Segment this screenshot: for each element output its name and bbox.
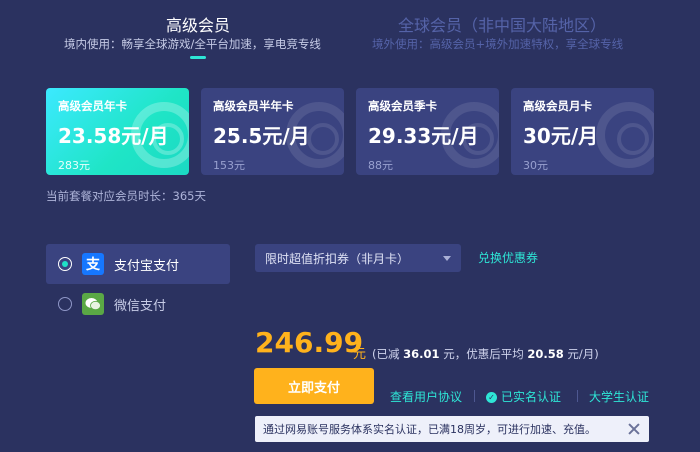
plan-card-monthly[interactable]: 高级会员月卡 30元/月 30元 <box>511 88 654 175</box>
verification-notice: 通过网易账号服务体系实名认证，已满18周岁，可进行加速、充值。 <box>255 416 649 442</box>
card-watermark-icon <box>286 102 344 168</box>
check-icon: ✓ <box>486 392 497 403</box>
active-tab-indicator <box>190 56 206 59</box>
discount-prefix: (已减 <box>372 347 400 361</box>
user-agreement-link[interactable]: 查看用户协议 <box>390 388 462 405</box>
radio-alipay[interactable] <box>58 257 72 271</box>
wechat-icon <box>82 293 104 315</box>
coupon-select[interactable]: 限时超值折扣券（非月卡） <box>255 244 461 272</box>
membership-duration: 当前套餐对应会员时长：365天 <box>46 189 206 203</box>
pay-now-button[interactable]: 立即支付 <box>254 368 374 404</box>
avg-value: 20.58 <box>527 347 564 361</box>
plan-card-quarterly[interactable]: 高级会员季卡 29.33元/月 88元 <box>356 88 499 175</box>
close-icon[interactable] <box>627 422 641 436</box>
plan-card-yearly[interactable]: 高级会员年卡 23.58元/月 283元 <box>46 88 189 175</box>
card-watermark-icon <box>131 102 189 168</box>
tab-global-subtitle: 境外使用：高级会员+境外加速特权，享全球专线 <box>372 37 624 51</box>
payment-option-wechat[interactable]: 微信支付 <box>58 290 166 318</box>
verified-status[interactable]: ✓ 已实名认证 <box>486 388 561 405</box>
card-watermark-icon <box>441 102 499 168</box>
verified-label: 已实名认证 <box>501 390 562 404</box>
alipay-label: 支付宝支付 <box>114 258 180 274</box>
card-watermark-icon <box>596 102 654 168</box>
coupon-value: 限时超值折扣券（非月卡） <box>265 251 410 266</box>
tab-premium-title: 高级会员 <box>166 16 231 35</box>
price-unit: 元 <box>353 347 367 362</box>
divider <box>474 390 475 402</box>
notice-text: 通过网易账号服务体系实名认证，已满18周岁，可进行加速、充值。 <box>263 423 596 436</box>
chevron-down-icon <box>443 255 451 261</box>
payment-option-alipay[interactable]: 支 支付宝支付 <box>58 250 179 278</box>
exchange-coupon-link[interactable]: 兑换优惠券 <box>478 249 538 266</box>
avg-unit: 元/月) <box>567 347 599 361</box>
divider <box>577 390 578 402</box>
student-verify-link[interactable]: 大学生认证 <box>589 388 649 405</box>
final-price: 246.99 <box>255 326 364 359</box>
alipay-icon: 支 <box>82 253 104 275</box>
radio-wechat[interactable] <box>58 297 72 311</box>
plan-card-halfyear[interactable]: 高级会员半年卡 25.5元/月 153元 <box>201 88 344 175</box>
wechat-label: 微信支付 <box>114 298 167 314</box>
price-detail: 元 (已减 36.01 元，优惠后平均 20.58 元/月) <box>353 343 599 362</box>
tab-premium-subtitle: 境内使用：畅享全球游戏/全平台加速，享电竞专线 <box>64 37 321 51</box>
discount-value: 36.01 <box>403 347 440 361</box>
discount-unit: 元，优惠后平均 <box>443 347 524 361</box>
tab-global-title: 全球会员（非中国大陆地区） <box>398 16 607 35</box>
